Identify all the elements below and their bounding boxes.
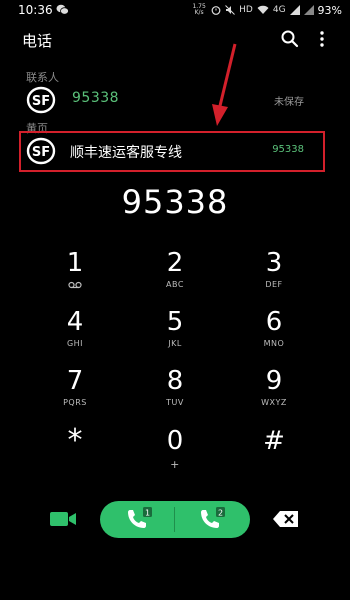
wechat-icon: [56, 4, 69, 15]
key-2[interactable]: 2 ABC: [135, 247, 215, 303]
key-5[interactable]: 5 JKL: [135, 306, 215, 362]
contact-status: 未保存: [274, 97, 304, 108]
sim1-badge: 1: [145, 509, 150, 518]
key-7[interactable]: 7 PQRS: [35, 365, 115, 421]
call-buttons: 1 2: [100, 501, 250, 538]
page-title: 电话: [22, 32, 53, 50]
key-4[interactable]: 4 GHI: [35, 306, 115, 362]
wifi-icon: [257, 5, 269, 14]
more-vert-icon[interactable]: [314, 28, 330, 50]
key-1[interactable]: 1: [35, 247, 115, 303]
mute-icon: [225, 5, 235, 15]
video-call-icon[interactable]: [48, 508, 78, 530]
hd-badge: HD: [239, 5, 253, 15]
contact-number: 95338: [72, 90, 120, 106]
highlight-annotation-box: [19, 131, 325, 172]
network-speed: 1.75 K/s: [192, 3, 206, 16]
key-hash[interactable]: #: [234, 425, 314, 481]
phone-icon: 1: [128, 507, 152, 528]
key-6[interactable]: 6 MNO: [234, 306, 314, 362]
phone-icon: 2: [201, 507, 225, 528]
contact-result-row[interactable]: SF 95338 未保存: [0, 82, 350, 120]
alarm-icon: [211, 6, 221, 15]
annotation-arrow-icon: [212, 43, 237, 126]
call-sim2-button[interactable]: 2: [175, 501, 250, 538]
key-9[interactable]: 9 WXYZ: [234, 365, 314, 421]
voicemail-icon: [68, 281, 82, 289]
svg-text:SF: SF: [32, 94, 50, 109]
signal-icon: [289, 5, 300, 15]
key-0[interactable]: 0 +: [135, 425, 215, 481]
key-8[interactable]: 8 TUV: [135, 365, 215, 421]
status-icons: 1.75 K/s HD 4G 93%: [191, 2, 342, 18]
app-bar: 电话: [0, 22, 350, 58]
status-bar: 10:36 1.75 K/s HD 4G 93%: [0, 0, 350, 20]
backspace-icon[interactable]: [272, 510, 300, 528]
call-sim1-button[interactable]: 1: [100, 501, 175, 538]
search-icon[interactable]: [279, 28, 301, 50]
signal-2-icon: [303, 5, 314, 15]
key-3[interactable]: 3 DEF: [234, 247, 314, 303]
dialed-number[interactable]: 95338: [0, 183, 350, 221]
key-star[interactable]: *: [35, 425, 115, 481]
status-time: 10:36: [18, 3, 53, 17]
sim2-badge: 2: [218, 509, 223, 518]
signal-type: 4G: [272, 5, 286, 15]
battery-percent: 93%: [317, 3, 342, 17]
sf-express-logo-icon: SF: [26, 86, 56, 114]
